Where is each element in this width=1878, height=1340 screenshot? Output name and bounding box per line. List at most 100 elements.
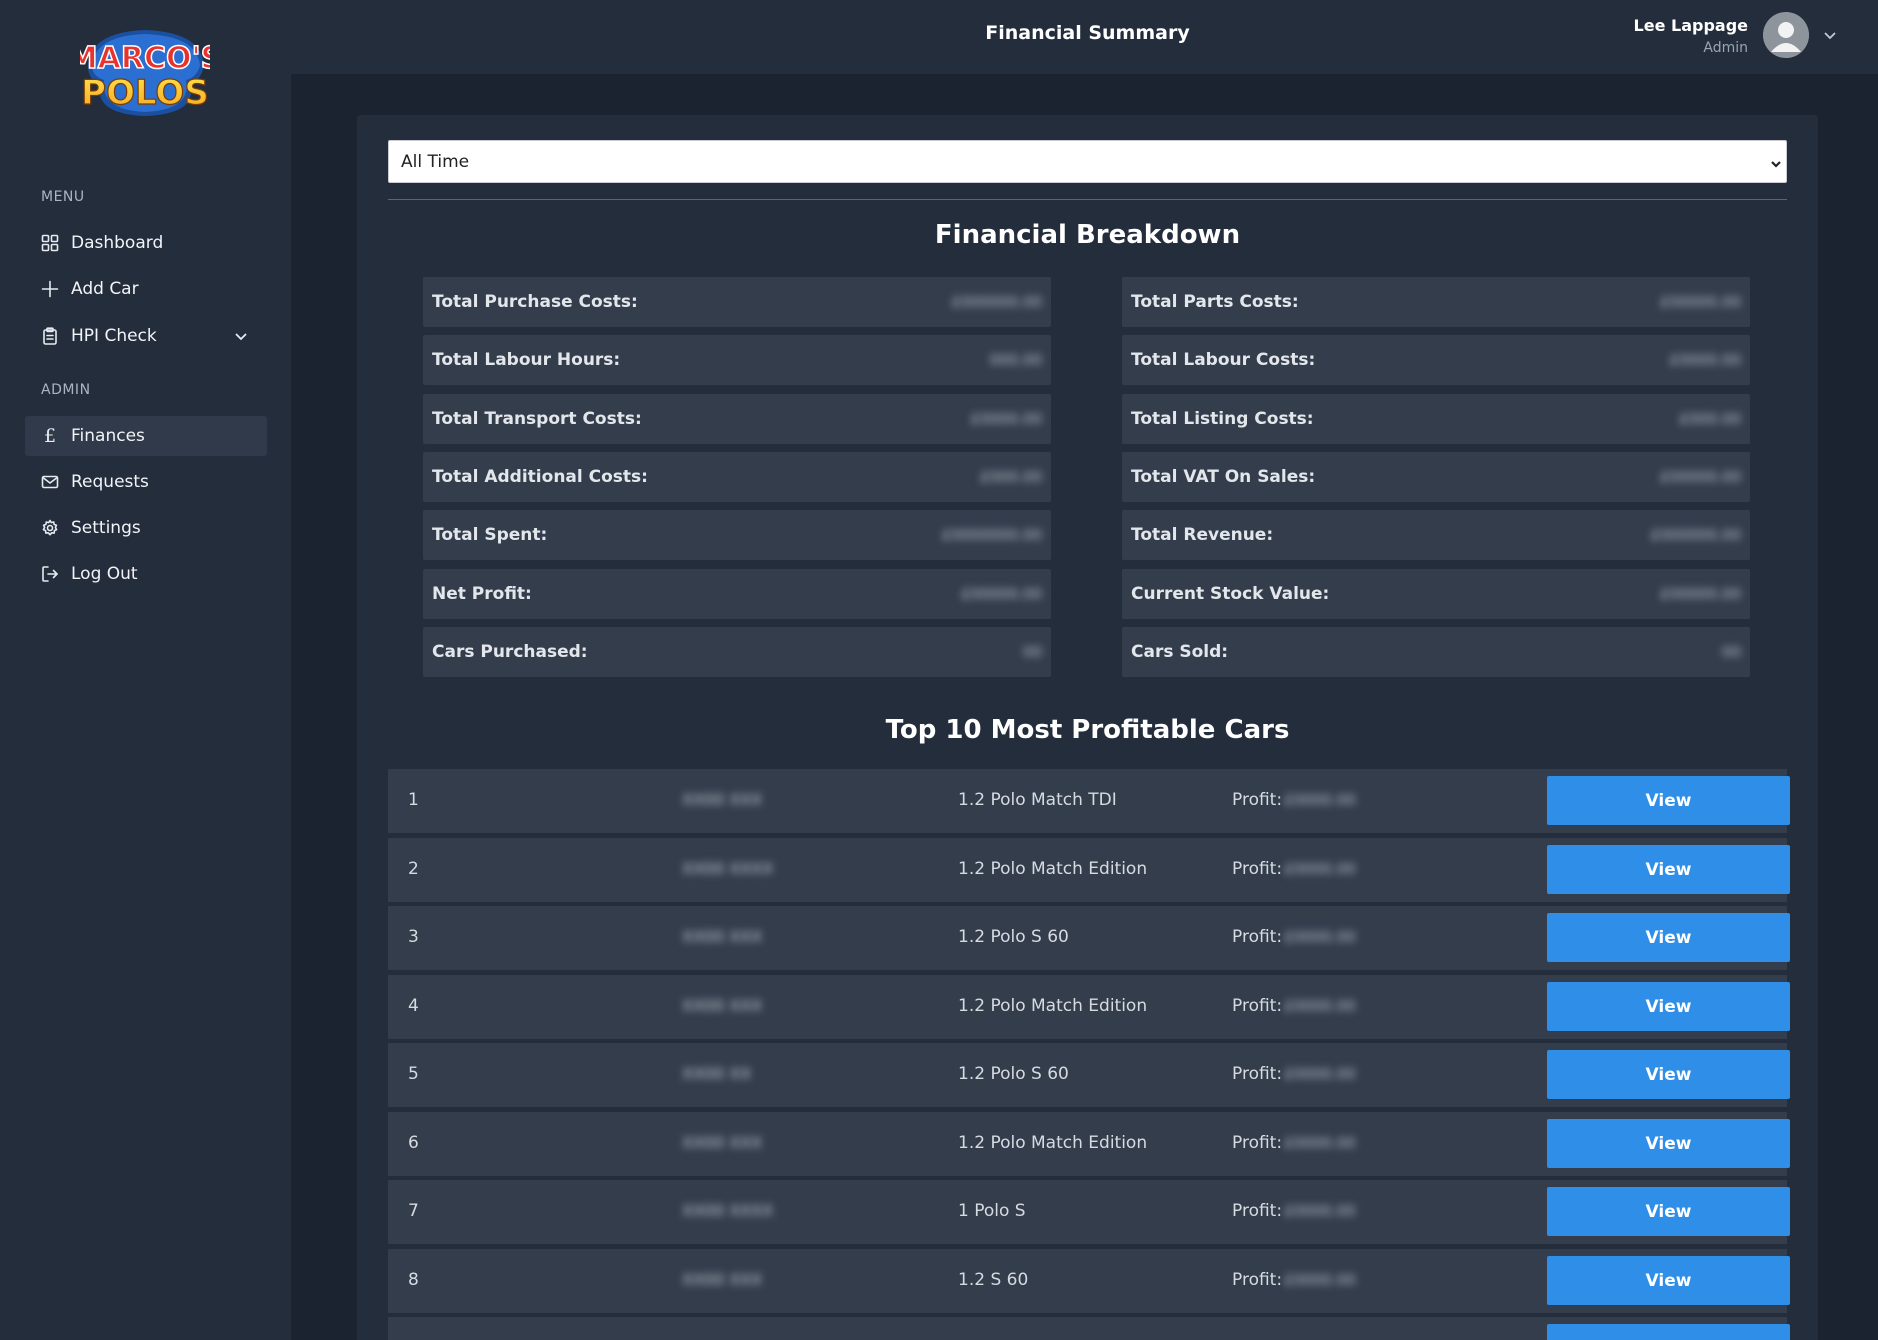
- stat-label: Cars Sold:: [1131, 642, 1229, 662]
- marcos-polos-logo[interactable]: MARCO'S POLOS: [67, 22, 223, 122]
- stat-value: £000000.00: [1650, 526, 1741, 544]
- car-profit: Profit: £0000.00: [1232, 1270, 1356, 1290]
- car-registration: XX00 XXXX: [682, 859, 774, 878]
- car-model: 1.2 Polo S 60: [958, 1064, 1069, 1084]
- sidebar-item-label: Log Out: [71, 564, 138, 584]
- car-rank: 2: [408, 859, 419, 879]
- car-registration: XX00 XXX: [682, 790, 763, 809]
- view-button[interactable]: View: [1547, 1324, 1790, 1340]
- view-button[interactable]: View: [1547, 1256, 1790, 1305]
- sidebar-item-log-out[interactable]: Log Out: [25, 554, 267, 594]
- car-registration: XX00 XXX: [682, 927, 763, 946]
- menu-heading: MENU: [41, 189, 85, 205]
- profit-label: Profit:: [1232, 1270, 1283, 1290]
- profit-label: Profit:: [1232, 996, 1283, 1016]
- stat-label: Total Spent:: [432, 525, 548, 545]
- user-name[interactable]: Lee Lappage: [1634, 16, 1748, 35]
- stat-label: Total Listing Costs:: [1131, 409, 1314, 429]
- sidebar-item-settings[interactable]: Settings: [25, 508, 267, 548]
- car-rank: 1: [408, 790, 419, 810]
- car-model: 1.2 Polo Match TDI: [958, 790, 1117, 810]
- sidebar-item-label: Requests: [71, 472, 149, 492]
- stat-box: Current Stock Value: £00000.00: [1122, 569, 1750, 619]
- stat-box: Cars Purchased: 00: [423, 627, 1051, 677]
- car-model: 1.2 Polo Match Edition: [958, 996, 1148, 1016]
- view-button[interactable]: View: [1547, 1187, 1790, 1236]
- car-model: 1.2 Polo Match Edition: [958, 1133, 1148, 1153]
- stat-box: Total VAT On Sales: £00000.00: [1122, 452, 1750, 502]
- stat-label: Net Profit:: [432, 584, 532, 604]
- stat-box: Total Labour Hours: 000.00: [423, 335, 1051, 385]
- stat-box: Total Additional Costs: £000.00: [423, 452, 1051, 502]
- stat-value: £00000.00: [1659, 585, 1741, 603]
- stat-label: Total Revenue:: [1131, 525, 1274, 545]
- profit-value: £0000.00: [1284, 1134, 1356, 1152]
- car-rank: 4: [408, 996, 419, 1016]
- stat-box: Net Profit: £00000.00: [423, 569, 1051, 619]
- financial-breakdown-title: Financial Breakdown: [934, 220, 1241, 250]
- car-profit: Profit: £0000.00: [1232, 1133, 1356, 1153]
- car-model: 1.2 Polo S 60: [958, 927, 1069, 947]
- profit-value: £0000.00: [1284, 928, 1356, 946]
- stat-label: Total Labour Hours:: [432, 350, 621, 370]
- sidebar: MARCO'S POLOS MENU Dashboard Add Car HPI…: [0, 0, 291, 1340]
- car-rank: 8: [408, 1270, 419, 1290]
- stat-box: Cars Sold: 00: [1122, 627, 1750, 677]
- logout-icon: [41, 565, 59, 583]
- sidebar-item-label: HPI Check: [71, 326, 157, 346]
- car-registration: XX00 XXX: [682, 1133, 763, 1152]
- view-button[interactable]: View: [1547, 845, 1790, 894]
- profit-label: Profit:: [1232, 859, 1283, 879]
- svg-text:MARCO'S: MARCO'S: [80, 41, 210, 76]
- view-button[interactable]: View: [1547, 913, 1790, 962]
- sidebar-item-finances[interactable]: £ Finances: [25, 416, 267, 456]
- profit-label: Profit:: [1232, 790, 1283, 810]
- sidebar-item-label: Settings: [71, 518, 141, 538]
- stat-value: £000.00: [1678, 410, 1741, 428]
- profit-value: £0000.00: [1284, 997, 1356, 1015]
- car-model: 1.2 S 60: [958, 1270, 1029, 1290]
- profit-value: £0000.00: [1284, 860, 1356, 878]
- car-registration: XX00 XXX: [682, 1270, 763, 1289]
- stat-box: Total Parts Costs: £00000.00: [1122, 277, 1750, 327]
- sidebar-item-label: Dashboard: [71, 233, 164, 253]
- stat-value: £000000.00: [951, 293, 1042, 311]
- stat-label: Total VAT On Sales:: [1131, 467, 1316, 487]
- sidebar-item-add-car[interactable]: Add Car: [25, 269, 267, 309]
- table-row: 8 XX00 XXX 1.2 S 60 Profit: £0000.00 View: [388, 1249, 1790, 1313]
- plus-icon: [41, 280, 59, 298]
- table-row: 5 XX00 XX 1.2 Polo S 60 Profit: £0000.00 View: [388, 1043, 1790, 1107]
- profit-value: £0000.00: [1284, 1271, 1356, 1289]
- profit-label: Profit:: [1232, 1064, 1283, 1084]
- sidebar-item-hpi-check[interactable]: HPI Check: [25, 316, 267, 356]
- car-registration: XX00 XX: [682, 1064, 752, 1083]
- view-button[interactable]: View: [1547, 982, 1790, 1031]
- table-row: 1 XX00 XXX 1.2 Polo Match TDI Profit: £0000.…: [388, 769, 1790, 833]
- stat-box: Total Revenue: £000000.00: [1122, 510, 1750, 560]
- sidebar-item-dashboard[interactable]: Dashboard: [25, 223, 267, 263]
- car-rank: 3: [408, 927, 419, 947]
- sidebar-item-label: Add Car: [71, 279, 139, 299]
- view-button[interactable]: View: [1547, 776, 1790, 825]
- chevron-down-icon[interactable]: [233, 328, 249, 344]
- period-select[interactable]: All Time: [388, 140, 1787, 183]
- chevron-down-icon[interactable]: [1822, 27, 1838, 43]
- table-row: 3 XX00 XXX 1.2 Polo S 60 Profit: £0000.00 Vie…: [388, 906, 1790, 970]
- view-button[interactable]: View: [1547, 1050, 1790, 1099]
- stat-value: £00000.00: [1659, 468, 1741, 486]
- avatar[interactable]: [1763, 12, 1809, 58]
- car-rank: 6: [408, 1133, 419, 1153]
- table-row: 6 XX00 XXX 1.2 Polo Match Edition Profit: £0…: [388, 1112, 1790, 1176]
- sidebar-item-label: Finances: [71, 426, 145, 446]
- stat-value: 00: [1022, 643, 1042, 661]
- car-profit: Profit: £0000.00: [1232, 996, 1356, 1016]
- car-model: 1 Polo S: [958, 1201, 1026, 1221]
- view-button[interactable]: View: [1547, 1119, 1790, 1168]
- stat-value: £000.00: [979, 468, 1042, 486]
- chevron-down-icon: [1770, 155, 1782, 168]
- profit-label: Profit:: [1232, 927, 1283, 947]
- stat-label: Total Transport Costs:: [432, 409, 642, 429]
- sidebar-item-requests[interactable]: Requests: [25, 462, 267, 502]
- period-select-value: All Time: [401, 151, 470, 172]
- grid-icon: [41, 234, 59, 252]
